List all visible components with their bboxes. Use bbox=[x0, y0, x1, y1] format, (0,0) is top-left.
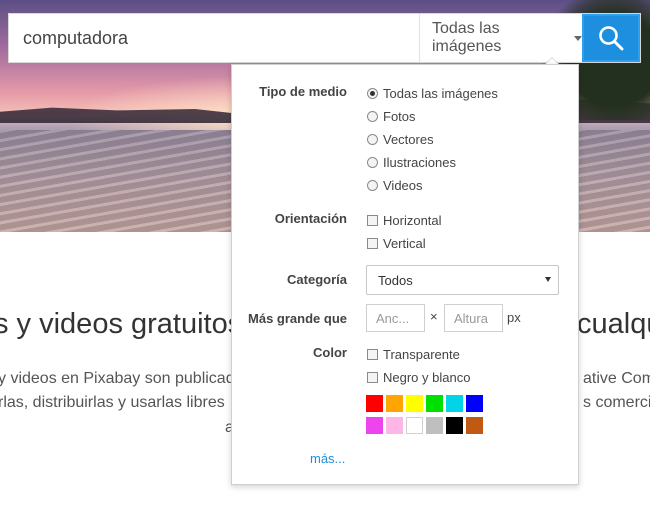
radio-videos[interactable]: Videos bbox=[367, 178, 423, 193]
color-swatch[interactable] bbox=[386, 417, 403, 434]
radio-button[interactable] bbox=[367, 111, 378, 122]
media-type-select[interactable]: Todas las imágenes bbox=[419, 14, 582, 62]
radio-button[interactable] bbox=[367, 134, 378, 145]
checkbox[interactable] bbox=[367, 238, 378, 249]
radio-button-selected[interactable] bbox=[367, 88, 378, 99]
color-swatch[interactable] bbox=[466, 395, 483, 412]
radio-photos[interactable]: Fotos bbox=[367, 109, 416, 124]
checkbox-black-white[interactable]: Negro y blanco bbox=[367, 370, 470, 385]
checkbox-label: Transparente bbox=[383, 347, 460, 362]
color-swatch[interactable] bbox=[406, 395, 423, 412]
intro-text-line2-right: s comercia bbox=[583, 394, 650, 411]
search-icon bbox=[599, 26, 624, 51]
color-label: Color bbox=[313, 345, 347, 360]
height-input[interactable]: Altura bbox=[444, 304, 503, 332]
radio-vectors[interactable]: Vectores bbox=[367, 132, 434, 147]
color-swatch[interactable] bbox=[406, 417, 423, 434]
size-separator: × bbox=[430, 309, 438, 324]
radio-button[interactable] bbox=[367, 157, 378, 168]
search-input[interactable] bbox=[9, 14, 419, 62]
headline-right: cualqu bbox=[577, 308, 650, 340]
color-swatch[interactable] bbox=[366, 417, 383, 434]
radio-illustrations[interactable]: Ilustraciones bbox=[367, 155, 456, 170]
color-swatch[interactable] bbox=[446, 395, 463, 412]
size-unit: px bbox=[507, 310, 521, 325]
radio-label: Videos bbox=[383, 178, 423, 193]
intro-text-line2-left: rlas, distribuirlas y usarlas libres bbox=[0, 394, 225, 411]
media-type-label: Tipo de medio bbox=[259, 84, 347, 99]
color-swatch[interactable] bbox=[386, 395, 403, 412]
checkbox[interactable] bbox=[367, 215, 378, 226]
intro-text-line1-left: y videos en Pixabay son publicad bbox=[0, 370, 235, 387]
checkbox-horizontal[interactable]: Horizontal bbox=[367, 213, 442, 228]
chevron-down-icon bbox=[574, 35, 582, 41]
radio-button[interactable] bbox=[367, 180, 378, 191]
category-select-value: Todos bbox=[378, 272, 413, 288]
radio-all-images[interactable]: Todas las imágenes bbox=[367, 86, 498, 101]
checkbox-transparent[interactable]: Transparente bbox=[367, 347, 460, 362]
size-label: Más grande que bbox=[248, 311, 347, 326]
radio-label: Todas las imágenes bbox=[383, 86, 498, 101]
radio-label: Vectores bbox=[383, 132, 434, 147]
checkbox-vertical[interactable]: Vertical bbox=[367, 236, 426, 251]
search-bar: Todas las imágenes bbox=[8, 13, 641, 63]
caret-down-icon bbox=[545, 277, 551, 282]
checkbox[interactable] bbox=[367, 372, 378, 383]
radio-label: Ilustraciones bbox=[383, 155, 456, 170]
color-swatch[interactable] bbox=[466, 417, 483, 434]
search-filter-panel: Tipo de medio Todas las imágenes Fotos V… bbox=[231, 64, 579, 485]
checkbox[interactable] bbox=[367, 349, 378, 360]
orientation-label: Orientación bbox=[274, 211, 347, 226]
checkbox-label: Horizontal bbox=[383, 213, 442, 228]
color-swatch[interactable] bbox=[366, 395, 383, 412]
color-swatch[interactable] bbox=[446, 417, 463, 434]
category-label: Categoría bbox=[287, 272, 347, 287]
media-type-select-label: Todas las imágenes bbox=[432, 20, 502, 55]
color-swatch[interactable] bbox=[426, 395, 443, 412]
intro-text-line1-right: ative Com bbox=[583, 370, 650, 387]
radio-label: Fotos bbox=[383, 109, 416, 124]
search-button[interactable] bbox=[582, 14, 640, 62]
color-swatch[interactable] bbox=[426, 417, 443, 434]
checkbox-label: Vertical bbox=[383, 236, 426, 251]
category-select[interactable]: Todos bbox=[366, 265, 559, 295]
width-input[interactable]: Anc... bbox=[366, 304, 425, 332]
checkbox-label: Negro y blanco bbox=[383, 370, 471, 385]
more-options-link[interactable]: más... bbox=[310, 451, 345, 466]
